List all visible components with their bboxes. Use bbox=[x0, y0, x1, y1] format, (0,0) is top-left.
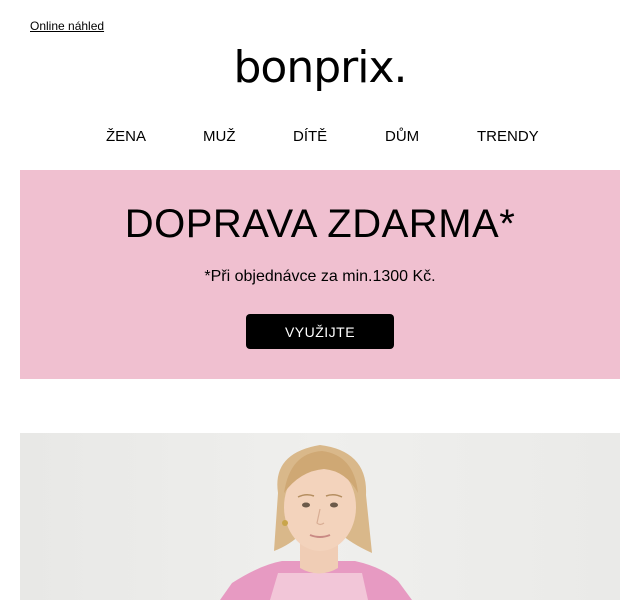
promo-subtitle: *Při objednávce za min.1300 Kč. bbox=[204, 268, 436, 285]
nav-item-zena[interactable]: ŽENA bbox=[106, 128, 146, 145]
woman-portrait-illustration bbox=[20, 433, 620, 600]
promo-cta-button[interactable]: VYUŽIJTE bbox=[246, 314, 394, 349]
logo-wordmark: bonprix. bbox=[233, 42, 407, 93]
nav-item-dum[interactable]: DŮM bbox=[385, 128, 419, 145]
promo-title: DOPRAVA ZDARMA* bbox=[124, 202, 516, 246]
online-view-link[interactable]: Online náhled bbox=[30, 19, 104, 33]
main-nav: ŽENA MUŽ DÍTĚ DŮM TRENDY bbox=[0, 128, 640, 148]
nav-item-dite[interactable]: DÍTĚ bbox=[293, 128, 327, 145]
hero-image[interactable] bbox=[20, 433, 620, 600]
brand-logo[interactable]: bonprix. bbox=[0, 46, 640, 110]
nav-item-trendy[interactable]: TRENDY bbox=[477, 128, 539, 145]
nav-item-muz[interactable]: MUŽ bbox=[203, 128, 236, 145]
free-shipping-banner: DOPRAVA ZDARMA* *Při objednávce za min.1… bbox=[20, 170, 620, 379]
